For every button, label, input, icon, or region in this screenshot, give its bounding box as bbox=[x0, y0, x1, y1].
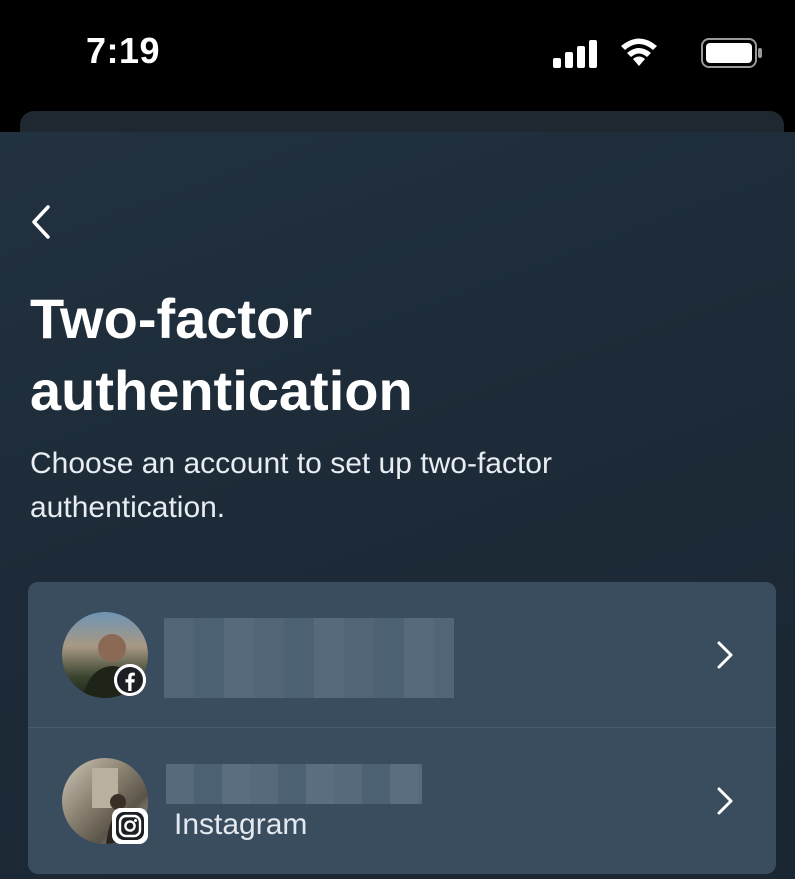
page-title-line1: Two-factor bbox=[30, 287, 313, 350]
account-row-facebook[interactable] bbox=[28, 582, 776, 727]
page-title-line2: authentication bbox=[30, 359, 413, 422]
instagram-icon bbox=[112, 808, 148, 844]
account-platform-label: Instagram bbox=[174, 808, 308, 841]
wifi-icon bbox=[621, 38, 657, 66]
battery-icon bbox=[701, 38, 762, 68]
account-row-instagram[interactable]: Instagram bbox=[28, 728, 776, 873]
account-name-redacted bbox=[166, 764, 422, 804]
chevron-right-icon bbox=[717, 787, 733, 815]
page-title: Two-factor authentication bbox=[30, 283, 730, 427]
facebook-icon bbox=[114, 664, 146, 696]
page-subtitle: Choose an account to set up two-factor a… bbox=[30, 447, 552, 524]
signal-icon bbox=[553, 40, 597, 68]
status-bar: 7:19 bbox=[0, 0, 795, 110]
status-time: 7:19 bbox=[86, 30, 161, 71]
account-name-redacted bbox=[164, 618, 454, 698]
account-list: Instagram bbox=[28, 582, 776, 874]
back-chevron-icon[interactable] bbox=[26, 204, 60, 240]
chevron-right-icon bbox=[717, 641, 733, 669]
